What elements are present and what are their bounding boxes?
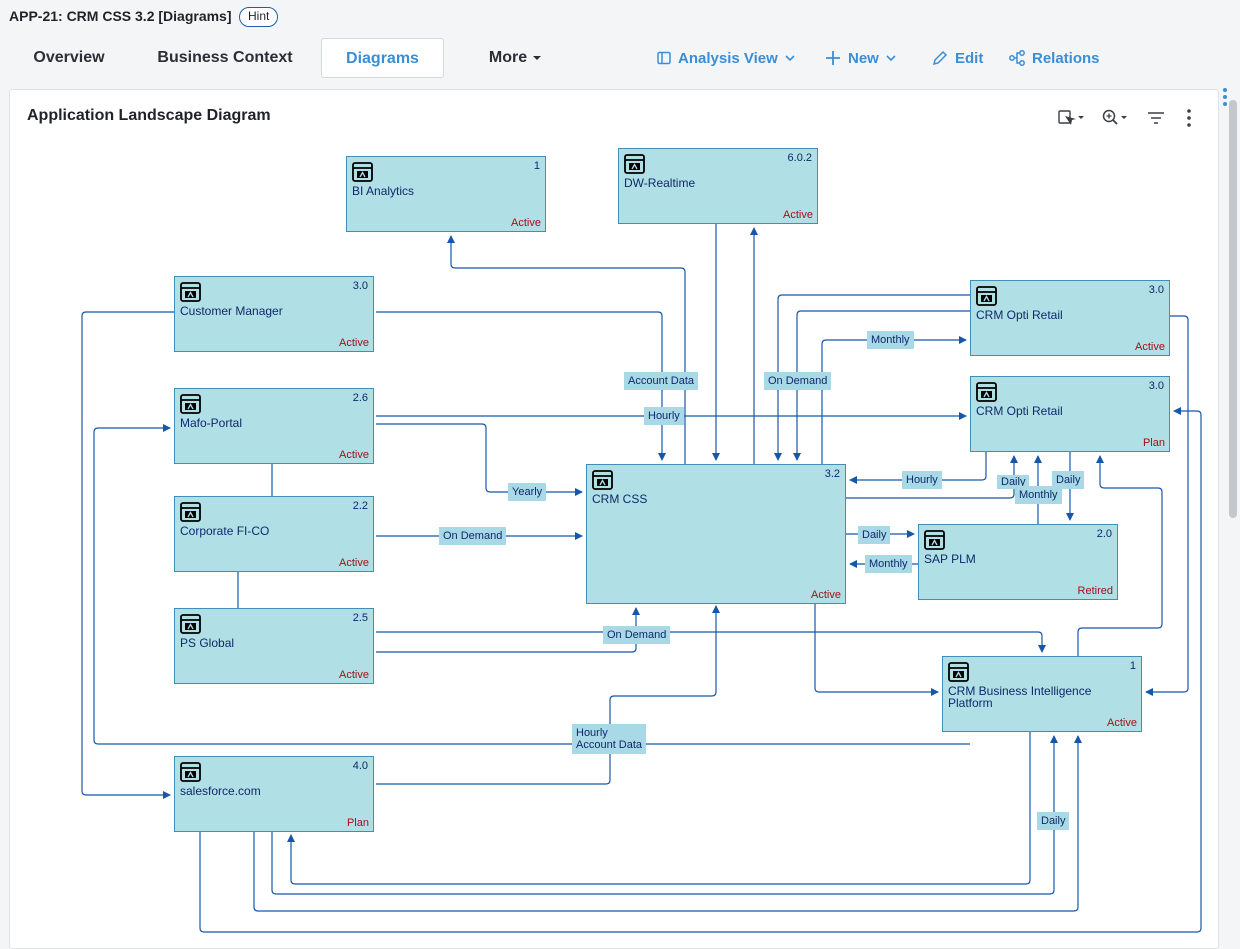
edge-label[interactable]: Daily (1037, 812, 1070, 830)
node-name: PS Global (180, 636, 235, 650)
node-name: CRM Opti Retail (976, 308, 1063, 322)
node-version: 1 (1129, 660, 1136, 672)
node-name: Corporate FI-CO (180, 524, 270, 538)
edge (253, 735, 1082, 912)
edge-label[interactable]: Hourly Account Data (572, 724, 647, 754)
application-icon (180, 502, 201, 522)
node-version: 2.6 (352, 392, 368, 404)
app-node-ps-global[interactable]: PS Global 2.5 Active (174, 608, 374, 684)
edge (376, 607, 640, 653)
application-icon (352, 162, 373, 182)
app-node-dw-realtime[interactable]: DW-Realtime 6.0.2 Active (618, 148, 818, 224)
node-version: 3.2 (824, 468, 840, 480)
node-version: 2.5 (352, 612, 368, 624)
edge (821, 336, 967, 464)
node-status: Active (1107, 717, 1137, 729)
edge-label[interactable]: On Demand (603, 626, 671, 644)
node-version: 4.0 (352, 760, 368, 772)
node-name: CRM Business Intelligence Platform (948, 684, 1092, 710)
edge (271, 735, 1058, 895)
edge-label[interactable]: Yearly (508, 483, 547, 501)
app-node-customer-manager[interactable]: Customer Manager 3.0 Active (174, 276, 374, 352)
node-status: Active (339, 449, 369, 461)
node-status: Plan (346, 817, 369, 829)
node-version: 1 (533, 160, 540, 172)
app-node-crm-opti-retail-plan[interactable]: CRM Opti Retail 3.0 Plan (970, 376, 1170, 452)
edge-label[interactable]: Account Data (624, 372, 699, 390)
application-icon (976, 286, 997, 306)
node-status: Active (811, 589, 841, 601)
node-version: 2.0 (1096, 528, 1112, 540)
application-icon (592, 470, 613, 490)
application-icon (180, 762, 201, 782)
edge-label[interactable]: Daily (858, 526, 891, 544)
node-version: 2.2 (352, 500, 368, 512)
node-status: Active (1135, 341, 1165, 353)
app-node-corporate-fi-co[interactable]: Corporate FI-CO 2.2 Active (174, 496, 374, 572)
edge-label[interactable]: Monthly (865, 555, 912, 573)
node-status: Plan (1142, 437, 1165, 449)
app-node-sap-plm[interactable]: SAP PLM 2.0 Retired (918, 524, 1118, 600)
node-status: Active (339, 669, 369, 681)
application-icon (976, 382, 997, 402)
app-node-crm-css[interactable]: CRM CSS 3.2 Active (586, 464, 846, 604)
edge (287, 732, 1031, 885)
app-node-bi-analytics[interactable]: BI Analytics 1 Active (346, 156, 546, 232)
node-status: Active (339, 557, 369, 569)
edge (376, 631, 1046, 653)
edge (376, 423, 583, 496)
edge-label[interactable]: Hourly (644, 407, 684, 425)
application-icon (624, 154, 645, 174)
edge-label[interactable]: Hourly (902, 471, 942, 489)
edge-label[interactable]: Monthly (867, 331, 914, 349)
app-node-salesforce[interactable]: salesforce.com 4.0 Plan (174, 756, 374, 832)
app-node-crm-opti-retail-active[interactable]: CRM Opti Retail 3.0 Active (970, 280, 1170, 356)
application-icon (180, 394, 201, 414)
node-name: CRM Opti Retail (976, 404, 1063, 418)
node-status: Active (783, 209, 813, 221)
application-icon (948, 662, 969, 682)
edge-label[interactable]: On Demand (439, 527, 507, 545)
edge-label-line: Account Data (576, 739, 643, 751)
application-icon (180, 614, 201, 634)
edge-label[interactable]: On Demand (764, 372, 832, 390)
node-name: BI Analytics (352, 184, 415, 198)
app-node-mafo-portal[interactable]: Mafo-Portal 2.6 Active (174, 388, 374, 464)
node-name: salesforce.com (180, 784, 261, 798)
app-node-crm-business-intelligence-platform[interactable]: CRM Business Intelligence Platform 1 Act… (942, 656, 1142, 732)
edge-label[interactable]: Daily (1052, 471, 1085, 489)
scrollbar-thumb[interactable] (1229, 100, 1237, 518)
edge-label-line: Hourly (576, 727, 608, 739)
node-version: 3.0 (1148, 380, 1164, 392)
node-version: 3.0 (1148, 284, 1164, 296)
node-version: 3.0 (352, 280, 368, 292)
node-status: Active (339, 337, 369, 349)
node-name: Customer Manager (180, 304, 283, 318)
node-status: Active (511, 217, 541, 229)
application-icon (180, 282, 201, 302)
node-version: 6.0.2 (787, 152, 812, 164)
node-name: Mafo-Portal (180, 416, 243, 430)
edge (81, 311, 174, 799)
node-name: DW-Realtime (624, 176, 696, 190)
node-status: Retired (1077, 585, 1113, 597)
node-name: SAP PLM (924, 552, 976, 566)
edge (814, 604, 939, 696)
application-icon (924, 530, 945, 550)
edge (1145, 315, 1189, 696)
edge (376, 311, 666, 461)
node-name: CRM CSS (592, 492, 648, 506)
